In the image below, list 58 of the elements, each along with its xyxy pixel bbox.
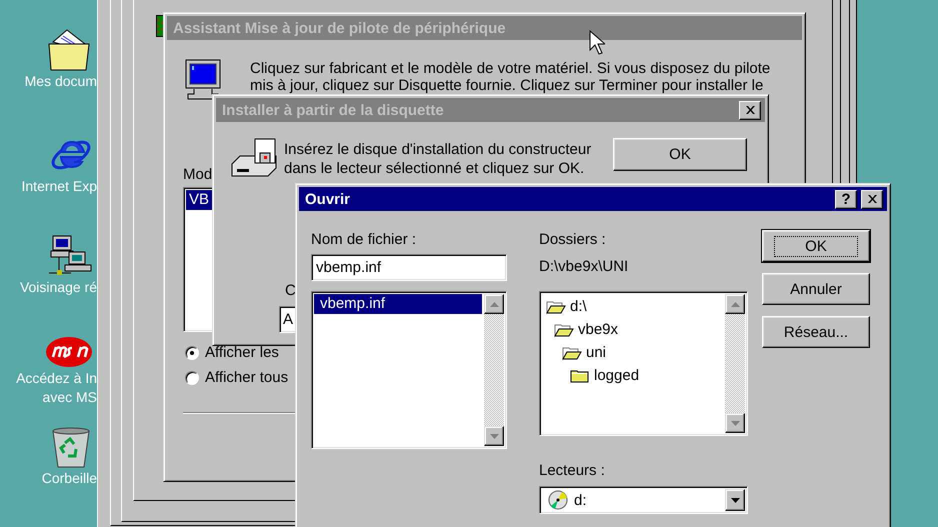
scroll-down-button[interactable] <box>725 413 745 433</box>
close-icon <box>746 106 754 114</box>
folder-name[interactable]: d:\ <box>570 298 587 315</box>
drive-dropdown[interactable]: d: <box>539 486 748 514</box>
open-folder-icon <box>546 298 566 314</box>
dropdown-button[interactable] <box>725 489 745 511</box>
folder-tree[interactable]: d:\ vbe9x uni logged <box>539 291 748 436</box>
cd-drive-icon <box>548 490 568 510</box>
window-title: Installer à partir de la disquette <box>222 102 445 118</box>
dialog-button[interactable]: Annuler <box>762 273 870 305</box>
scrollbar[interactable] <box>725 294 745 433</box>
folder-name[interactable]: logged <box>594 367 640 384</box>
field-label: C <box>285 282 296 299</box>
folder-icon <box>570 368 590 384</box>
down-arrow-icon <box>730 498 740 502</box>
scrollbar[interactable] <box>484 294 504 446</box>
chip-icon <box>156 15 164 37</box>
open-folder-icon <box>562 344 582 360</box>
ok-button[interactable]: OK <box>613 138 747 171</box>
file-list[interactable]: vbemp.inf <box>311 291 507 449</box>
dialog-button[interactable]: OK <box>762 230 870 262</box>
down-arrow-icon <box>490 434 498 438</box>
file-item[interactable]: vbemp.inf <box>314 294 482 314</box>
close-button[interactable] <box>739 100 761 120</box>
open-folder-icon <box>554 322 574 338</box>
filename-label: Nom de fichier : <box>311 231 416 248</box>
current-path: D:\vbe9x\UNI <box>539 258 628 275</box>
instruction-text: Cliquez sur fabricant et le modèle de votre matériel. Si vous disposez du pilote <box>250 60 770 77</box>
models-label: Mod <box>183 166 212 183</box>
radio-label[interactable]: Afficher les <box>205 344 279 361</box>
scroll-up-button[interactable] <box>725 294 745 314</box>
folders-label: Dossiers : <box>539 231 606 248</box>
instruction-text: dans le lecteur sélectionné et cliquez sur OK. <box>284 159 586 178</box>
help-button[interactable]: ? <box>835 190 857 208</box>
window-title: Ouvrir <box>305 190 352 208</box>
scroll-down-button[interactable] <box>484 426 504 446</box>
radio-button[interactable] <box>185 370 199 384</box>
close-icon <box>868 195 876 203</box>
floppy-drive-icon <box>231 137 277 179</box>
folder-name[interactable]: vbe9x <box>578 321 618 338</box>
dialog-button[interactable]: Réseau... <box>762 316 870 348</box>
window-title: Assistant Mise à jour de pilote de périphérique <box>173 20 507 36</box>
instruction-text: mis à jour, cliquez sur Disquette fournie. Cliquez sur Terminer pour installer le <box>250 77 764 94</box>
instruction-text: Insérez le disque d'installation du constructeur <box>284 140 592 159</box>
close-button[interactable] <box>861 190 883 208</box>
mouse-pointer-icon <box>589 30 605 55</box>
radio-button[interactable] <box>185 346 199 360</box>
msn-logo-icon[interactable] <box>45 335 93 369</box>
folder-name[interactable]: uni <box>586 344 606 361</box>
drives-label: Lecteurs : <box>539 462 605 479</box>
down-arrow-icon <box>730 420 740 426</box>
up-arrow-icon <box>490 302 498 306</box>
filename-field[interactable]: vbemp.inf <box>311 254 507 281</box>
drive-value: d: <box>574 492 588 508</box>
radio-label[interactable]: Afficher tous <box>205 369 288 386</box>
up-arrow-icon <box>730 302 740 306</box>
scroll-up-button[interactable] <box>484 294 504 314</box>
network-computers-icon[interactable] <box>47 234 93 278</box>
